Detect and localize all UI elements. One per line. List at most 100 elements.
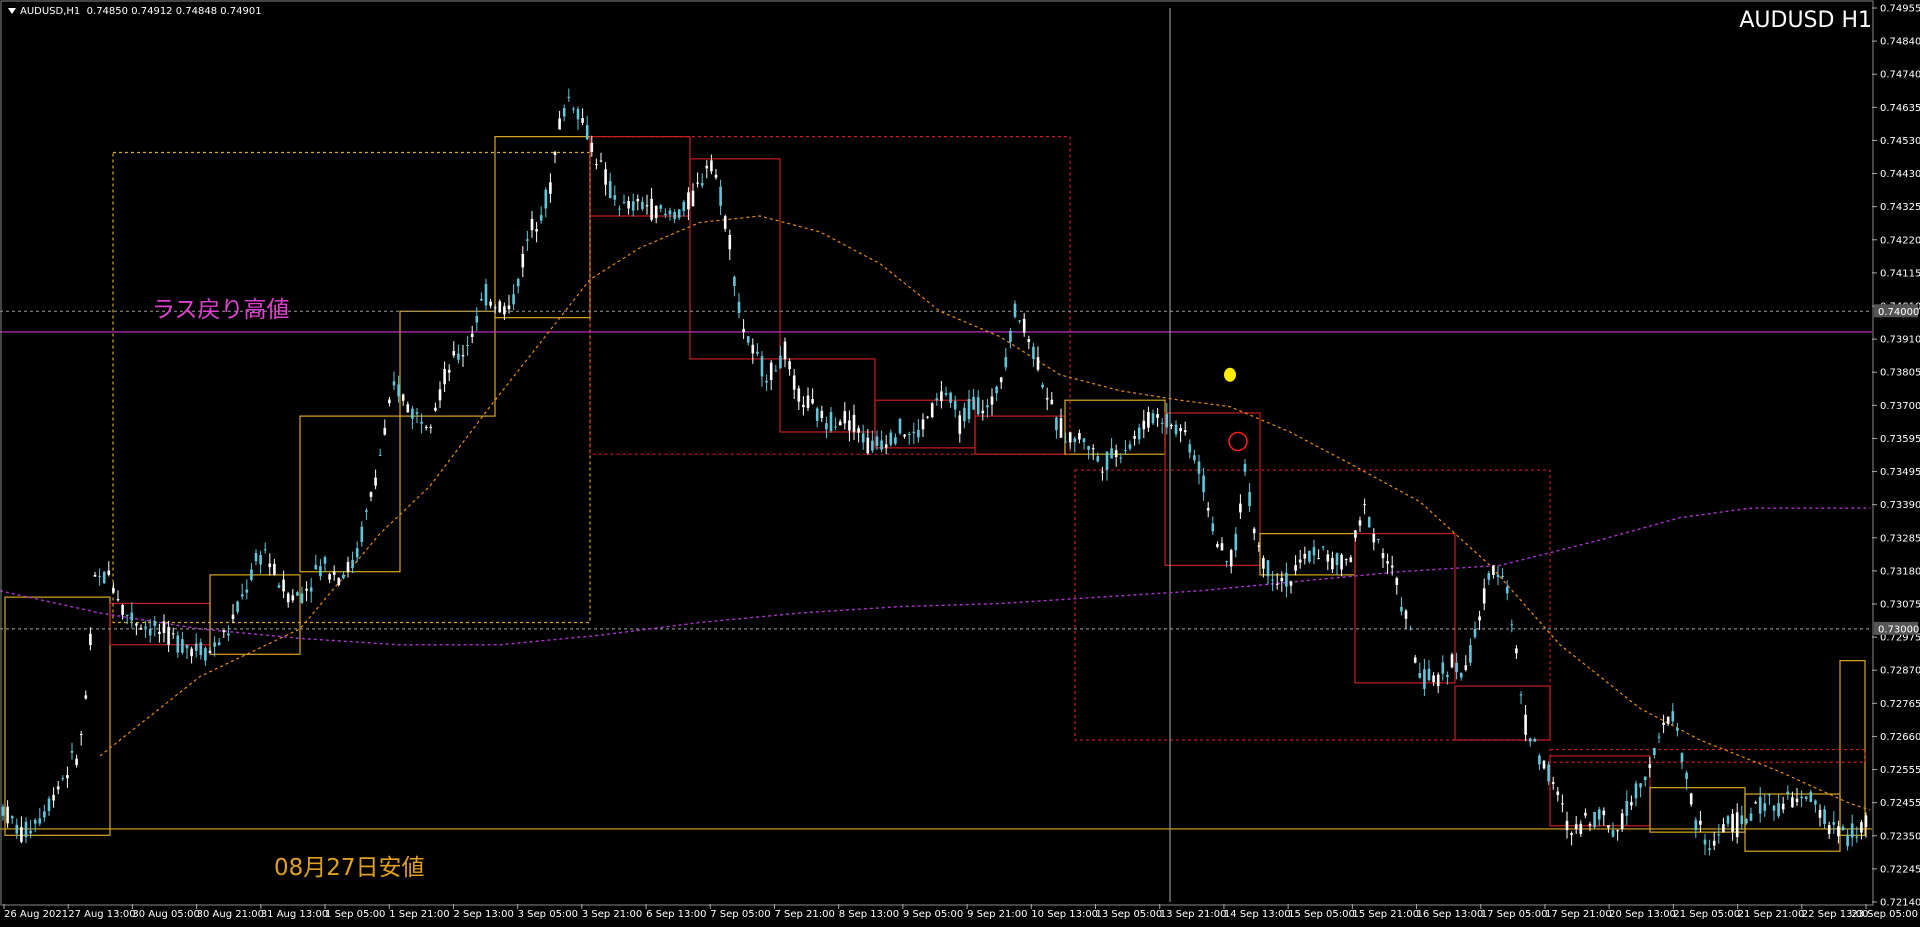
range-box bbox=[299, 415, 401, 573]
candlestick-chart[interactable]: 0.74955 0.74840 0.74740 0.74635 0.74530 0.744… bbox=[0, 0, 1920, 927]
candle-body bbox=[1666, 716, 1670, 724]
candle-body bbox=[1441, 662, 1445, 674]
candle-body bbox=[1312, 547, 1316, 556]
candle-body bbox=[654, 205, 658, 219]
candle-body bbox=[1349, 557, 1353, 562]
candle-body bbox=[912, 431, 916, 434]
candle-body bbox=[93, 574, 97, 577]
candle-body bbox=[1689, 793, 1693, 805]
candle-body bbox=[1188, 444, 1192, 453]
candle-body bbox=[1004, 357, 1008, 368]
candle-body bbox=[1335, 553, 1339, 566]
range-box bbox=[112, 151, 591, 624]
candle-body bbox=[236, 601, 239, 612]
candle-body bbox=[480, 298, 483, 301]
candle-body bbox=[263, 549, 267, 551]
candle-body bbox=[539, 215, 543, 221]
range-box bbox=[494, 136, 591, 319]
candle-body bbox=[47, 798, 51, 811]
candle-body bbox=[447, 369, 451, 373]
candle-body bbox=[29, 830, 32, 834]
candle-body bbox=[1804, 796, 1808, 799]
candle-body bbox=[1671, 711, 1675, 722]
candle-body bbox=[986, 405, 989, 408]
candle-body bbox=[167, 627, 170, 645]
candle-body bbox=[1648, 764, 1652, 768]
candle-body bbox=[1022, 318, 1026, 333]
range-box bbox=[1074, 469, 1551, 741]
y-tick-label: 0.72870 bbox=[1880, 666, 1920, 677]
candle-body bbox=[526, 239, 529, 241]
candle-body bbox=[438, 389, 442, 401]
candle-body bbox=[1248, 492, 1251, 507]
candle-body bbox=[139, 627, 143, 630]
candle-body bbox=[1505, 586, 1509, 594]
candle-body bbox=[659, 205, 663, 209]
candle-body bbox=[650, 198, 653, 220]
candle-body bbox=[806, 395, 810, 408]
candle-body bbox=[1064, 441, 1067, 443]
candle-body bbox=[10, 816, 14, 819]
candle-body bbox=[61, 778, 65, 780]
candle-body bbox=[1, 806, 5, 816]
candle-body bbox=[1409, 628, 1412, 630]
x-tick-label: 13 Sep 05:00 bbox=[1096, 909, 1163, 920]
candle-body bbox=[286, 593, 290, 603]
support-annotation: 08月27日安値 bbox=[274, 855, 425, 881]
candle-body bbox=[1179, 427, 1182, 432]
dropdown-triangle-icon[interactable] bbox=[8, 8, 16, 14]
candle-body bbox=[618, 208, 621, 210]
candle-body bbox=[815, 408, 819, 421]
candle-body bbox=[245, 589, 249, 593]
ohlc-values: 0.74850 0.74912 0.74848 0.74901 bbox=[86, 6, 262, 17]
candle-body bbox=[1229, 550, 1233, 567]
candle-body bbox=[434, 407, 437, 411]
candle-body bbox=[779, 355, 782, 369]
candle-body bbox=[392, 381, 396, 386]
candle-body bbox=[668, 210, 672, 215]
candle-body bbox=[6, 806, 9, 824]
candle-body bbox=[1317, 558, 1320, 560]
candle-body bbox=[627, 201, 630, 209]
candle-body bbox=[576, 108, 580, 120]
candle-body bbox=[1344, 558, 1348, 561]
candle-body bbox=[342, 574, 345, 579]
candle-body bbox=[457, 353, 460, 360]
candle-body bbox=[1243, 464, 1247, 472]
candle-body bbox=[1551, 782, 1555, 784]
candle-body bbox=[673, 211, 676, 220]
candle-body bbox=[622, 202, 626, 204]
candle-body bbox=[75, 758, 78, 766]
candle-body bbox=[1735, 812, 1739, 838]
x-tick-label: 15 Sep 05:00 bbox=[1288, 909, 1355, 920]
x-tick-label: 30 Aug 21:00 bbox=[197, 909, 264, 920]
candle-body bbox=[1183, 430, 1187, 433]
candle-body bbox=[1588, 824, 1592, 826]
candle-body bbox=[940, 391, 943, 402]
candle-body bbox=[645, 205, 649, 207]
candle-body bbox=[1547, 764, 1550, 782]
candle-body bbox=[843, 411, 847, 424]
candle-body bbox=[461, 355, 465, 357]
candle-body bbox=[1367, 517, 1371, 528]
chart-window[interactable]: 0.74955 0.74840 0.74740 0.74635 0.74530 0.744… bbox=[0, 0, 1920, 927]
candle-body bbox=[1758, 796, 1762, 814]
candle-body bbox=[1846, 834, 1849, 847]
candle-body bbox=[1386, 561, 1389, 564]
candle-body bbox=[1482, 588, 1486, 604]
candle-body bbox=[1050, 399, 1054, 405]
candle-body bbox=[751, 344, 755, 354]
candle-body bbox=[296, 592, 299, 596]
candle-body bbox=[194, 643, 198, 651]
candle-body bbox=[604, 169, 607, 185]
candle-body bbox=[1068, 432, 1072, 443]
candle-body bbox=[1754, 802, 1757, 804]
x-tick-label: 9 Sep 21:00 bbox=[967, 909, 1027, 920]
candle-body bbox=[314, 564, 318, 570]
candle-body bbox=[1519, 694, 1523, 696]
candle-body bbox=[861, 433, 865, 443]
candle-body bbox=[1170, 425, 1173, 427]
x-tick-label: 10 Sep 13:00 bbox=[1031, 909, 1098, 920]
candle-body bbox=[1165, 413, 1169, 428]
candle-body bbox=[1174, 424, 1178, 434]
